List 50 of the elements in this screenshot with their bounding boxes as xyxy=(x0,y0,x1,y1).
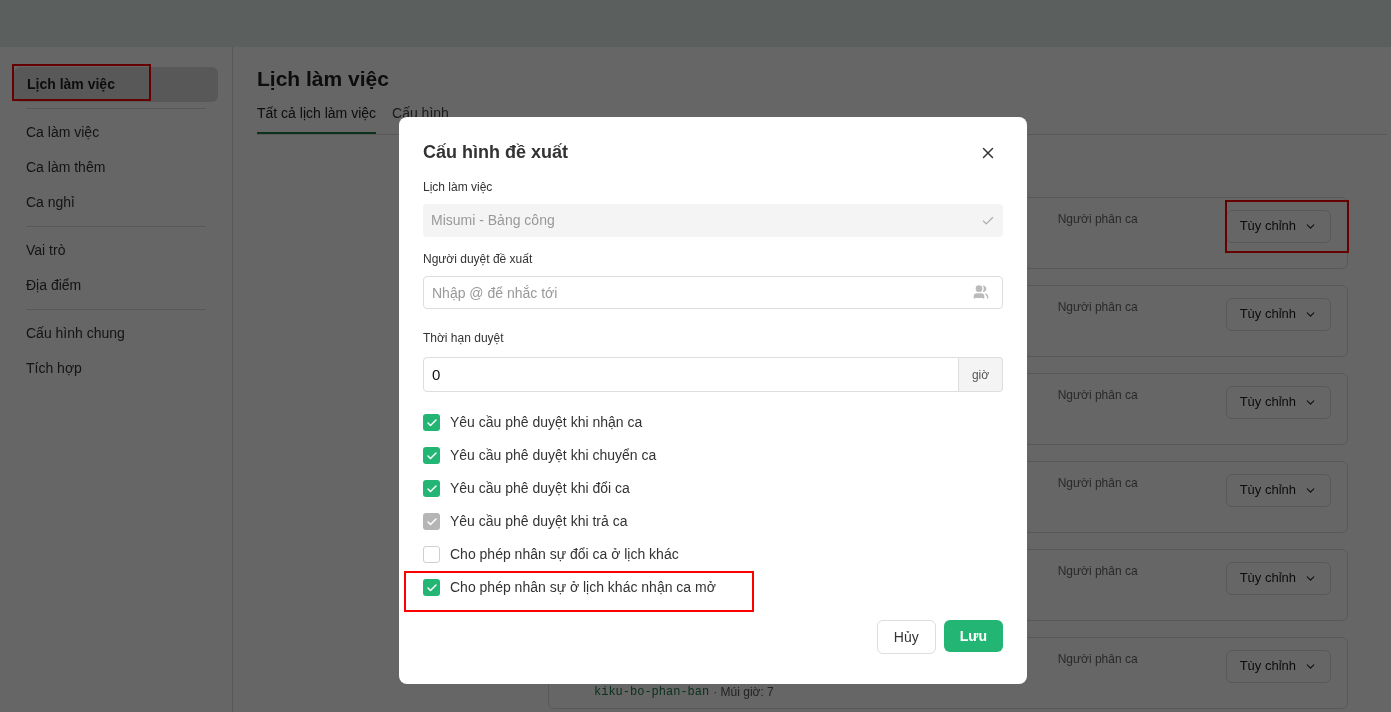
customize-button[interactable]: Tùy chỉnh xyxy=(1225,385,1331,419)
customize-button[interactable]: Tùy chỉnh xyxy=(1225,209,1331,243)
sidebar-item[interactable]: Lịch làm việc xyxy=(14,67,218,102)
check-icon xyxy=(425,416,438,429)
customize-button[interactable]: Tùy chỉnh xyxy=(1225,561,1331,595)
checkbox[interactable] xyxy=(423,447,440,464)
checkbox-label: Cho phép nhân sự đổi ca ở lịch khác xyxy=(450,545,679,564)
assigner-label: Người phân ca xyxy=(1057,474,1138,492)
cancel-button[interactable]: Hủy xyxy=(876,620,936,654)
sidebar-item[interactable]: Ca nghỉ xyxy=(26,185,206,220)
checkbox-label: Yêu cầu phê duyệt khi nhận ca xyxy=(450,413,643,432)
page-title: Lịch làm việc xyxy=(257,66,390,92)
assigner-label: Người phân ca xyxy=(1057,298,1138,316)
checkbox[interactable] xyxy=(423,414,440,431)
sidebar-item[interactable]: Ca làm việc xyxy=(26,115,206,150)
checkbox-label: Yêu cầu phê duyệt khi đổi ca xyxy=(450,479,630,498)
users-icon xyxy=(973,284,989,300)
customize-button[interactable]: Tùy chỉnh xyxy=(1225,473,1331,507)
checkbox[interactable] xyxy=(423,480,440,497)
customize-button[interactable]: Tùy chỉnh xyxy=(1225,649,1331,683)
assigner-label: Người phân ca xyxy=(1057,562,1138,580)
field-label: Người duyệt đề xuất xyxy=(423,251,533,268)
assigner-label: Người phân ca xyxy=(1057,650,1138,668)
checkbox-label: Yêu cầu phê duyệt khi chuyển ca xyxy=(450,446,657,465)
unit-label: giờ xyxy=(959,357,1003,392)
check-icon xyxy=(425,515,438,528)
customize-button[interactable]: Tùy chỉnh xyxy=(1225,297,1331,331)
sidebar-item[interactable]: Cấu hình chung xyxy=(26,316,206,351)
checkbox-label: Yêu cầu phê duyệt khi trả ca xyxy=(450,512,628,531)
sidebar-item[interactable]: Ca làm thêm xyxy=(26,150,206,185)
checkbox-label: Cho phép nhân sự ở lịch khác nhận ca mở xyxy=(450,578,716,597)
approver-field[interactable]: Nhập @ để nhắc tới xyxy=(423,276,1003,309)
dialog-title: Cấu hình đề xuất xyxy=(423,141,568,164)
schedule-slug: kiku-bo-phan-ban xyxy=(594,683,710,701)
sidebar-item[interactable]: Địa điểm xyxy=(26,268,206,303)
assigner-label: Người phân ca xyxy=(1057,386,1138,404)
check-icon xyxy=(425,581,438,594)
tab[interactable]: Tất cả lịch làm việc xyxy=(257,102,377,134)
check-icon xyxy=(425,449,438,462)
field-label: Thời hạn duyệt xyxy=(423,330,504,347)
checkbox[interactable] xyxy=(423,579,440,596)
sidebar-item[interactable]: Vai trò xyxy=(26,233,206,268)
checkbox[interactable] xyxy=(423,546,440,563)
assigner-label: Người phân ca xyxy=(1057,210,1138,228)
save-button[interactable]: Lưu xyxy=(943,620,1003,652)
field-label: Lịch làm việc xyxy=(423,179,493,196)
sidebar-item[interactable]: Tích hợp xyxy=(26,351,206,386)
timezone-text: · Múi giờ: 7 xyxy=(713,683,774,701)
check-icon xyxy=(425,482,438,495)
deadline-field[interactable]: 0 xyxy=(423,357,959,392)
